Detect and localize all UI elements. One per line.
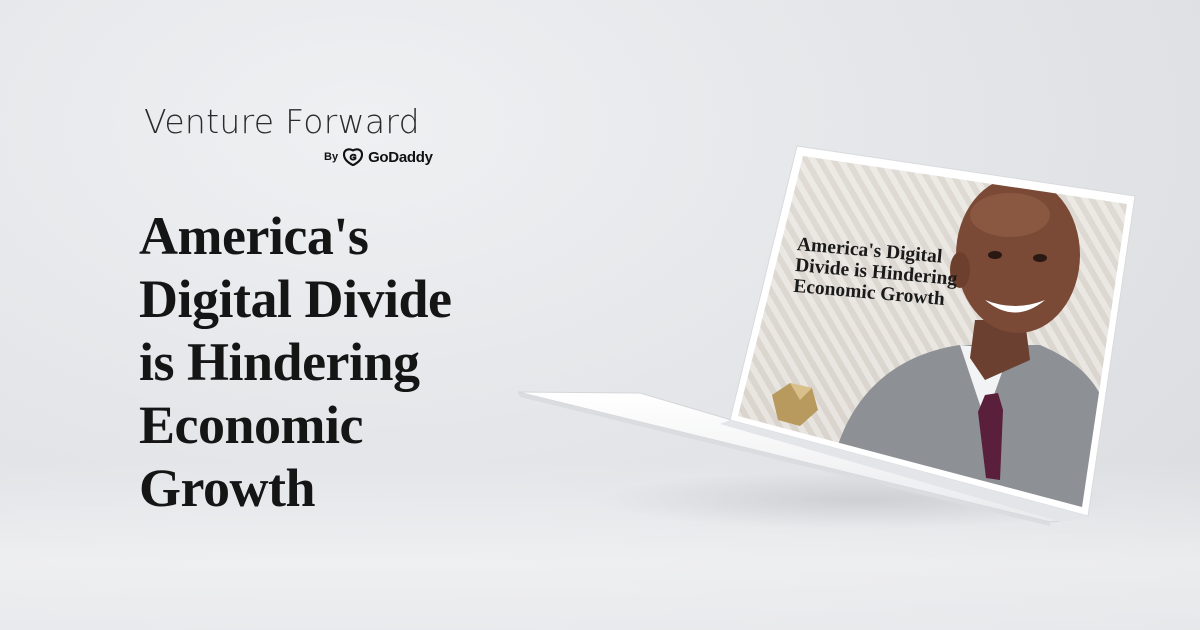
godaddy-logo-icon: [343, 148, 364, 166]
brand-title: Venture Forward: [144, 102, 420, 141]
headline-line: Growth: [139, 458, 316, 518]
byline-company: GoDaddy: [368, 148, 433, 166]
brand-lockup: Venture Forward By GoDaddy: [144, 102, 444, 166]
brand-byline: By GoDaddy: [324, 148, 433, 166]
headline: America's Digital Divide is Hindering Ec…: [139, 205, 519, 520]
headline-line: America's: [139, 206, 369, 266]
headline-line: Economic: [139, 395, 363, 455]
byline-by: By: [324, 151, 339, 163]
headline-line: is Hindering: [139, 332, 420, 392]
headline-line: Digital Divide: [139, 269, 452, 329]
